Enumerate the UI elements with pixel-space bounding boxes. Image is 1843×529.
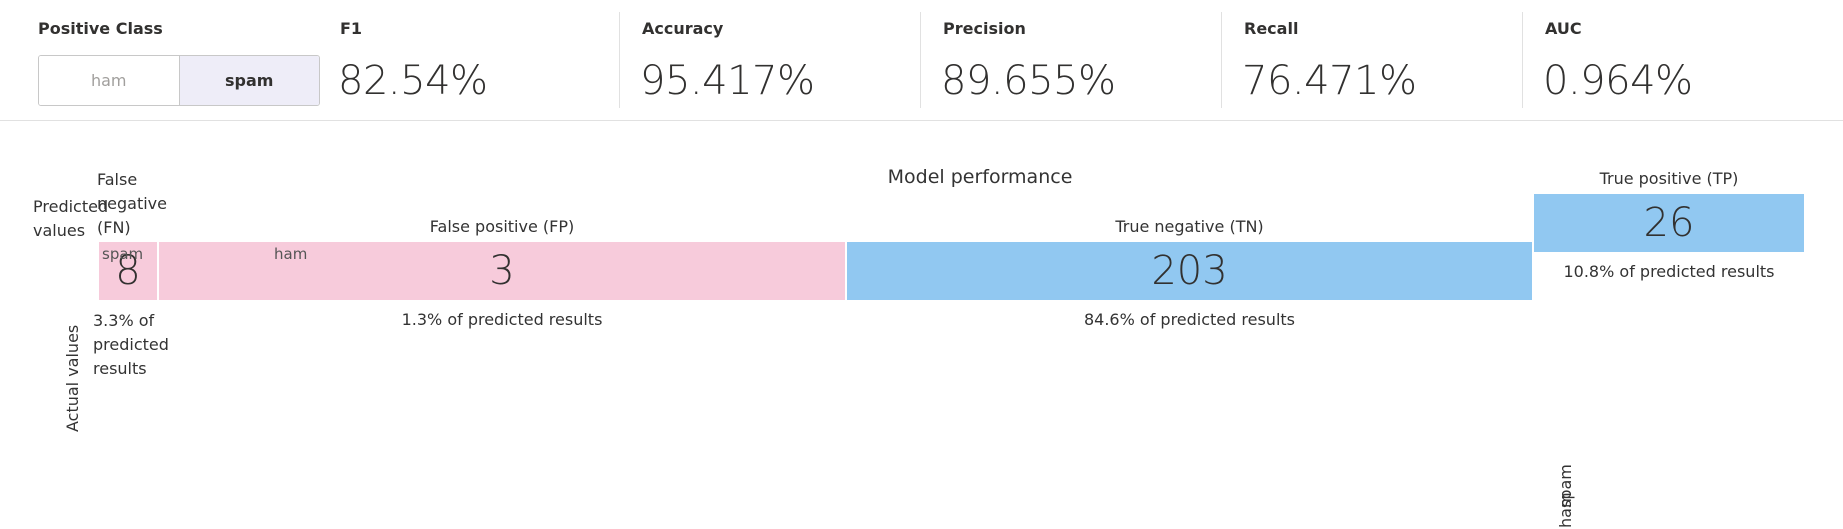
metric-divider [1221,12,1222,108]
accuracy-label: Accuracy [642,19,724,38]
actual-axis-label: Actual values [63,324,82,432]
auc-label: AUC [1545,19,1582,38]
predicted-axis-label: Predicted values [33,197,109,240]
tp-cell[interactable]: 26 [1534,194,1804,252]
metric-divider [619,12,620,108]
precision-value: 89.655% [941,58,1116,104]
fn-label: False negative (FN) [97,170,167,237]
row-label-spam: spam [1556,464,1575,508]
matrix-title: Model performance [887,166,1073,188]
tp-value: 26 [1643,200,1695,246]
fp-value: 3 [489,248,515,294]
f1-label: F1 [340,19,363,38]
fp-label: False positive (FP) [429,217,575,236]
tn-value: 203 [1151,248,1228,294]
tp-percent: 10.8% of predicted results [1563,262,1775,281]
positive-class-label: Positive Class [38,19,163,38]
metric-divider [920,12,921,108]
precision-label: Precision [943,19,1026,38]
recall-value: 76.471% [1242,58,1417,104]
tn-cell[interactable]: 203 [847,242,1532,300]
column-label-spam: spam [102,245,144,263]
recall-label: Recall [1244,19,1299,38]
column-label-ham: ham [274,245,308,263]
fp-percent: 1.3% of predicted results [401,310,603,329]
tn-label: True negative (TN) [1115,217,1264,236]
metrics-bar: Positive Class ham spam F1 82.54% Accura… [0,0,1843,121]
positive-class-option-spam[interactable]: spam [179,56,319,105]
positive-class-toggle[interactable]: ham spam [38,55,320,106]
tn-percent: 84.6% of predicted results [1083,310,1295,329]
fp-cell[interactable]: 3 [159,242,845,300]
auc-value: 0.964% [1543,58,1693,104]
accuracy-value: 95.417% [640,58,815,104]
tp-label: True positive (TP) [1599,169,1739,188]
positive-class-option-ham[interactable]: ham [39,56,180,105]
metric-divider [1522,12,1523,108]
f1-value: 82.54% [338,58,488,104]
